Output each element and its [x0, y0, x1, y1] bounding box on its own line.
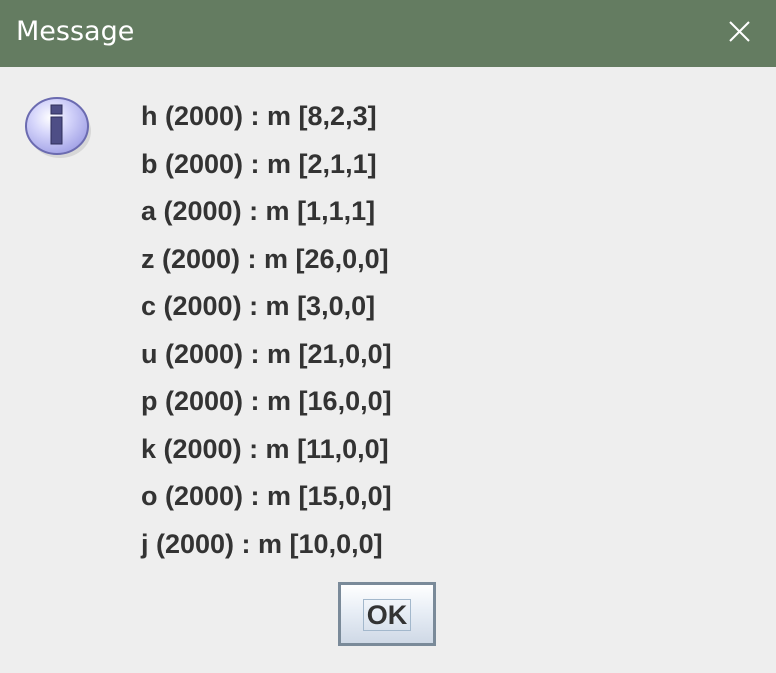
message-list: h (2000) : m [8,2,3] b (2000) : m [2,1,1]… — [141, 94, 392, 569]
message-line: z (2000) : m [26,0,0] — [141, 243, 389, 274]
ok-button-label: OK — [363, 599, 411, 631]
close-button[interactable] — [720, 12, 760, 52]
close-icon — [729, 21, 750, 42]
message-line: o (2000) : m [15,0,0] — [141, 481, 392, 511]
message-line: a (2000) : m [1,1,1] — [141, 196, 376, 226]
message-dialog: Message h (2000) : m [8,2,3] b (2000) : m… — [0, 0, 776, 673]
message-line: j (2000) : m [10,0,0] — [141, 528, 383, 559]
title-bar: Message — [0, 0, 776, 67]
ok-button[interactable]: OK — [338, 582, 436, 646]
info-icon — [24, 95, 94, 161]
message-line: p (2000) : m [16,0,0] — [141, 386, 392, 416]
message-line: h (2000) : m [8,2,3] — [141, 101, 377, 131]
dialog-title: Message — [16, 16, 135, 47]
message-line: c (2000) : m [3,0,0] — [141, 291, 376, 321]
message-line: k (2000) : m [11,0,0] — [141, 433, 389, 464]
message-line: u (2000) : m [21,0,0] — [141, 338, 392, 369]
message-line: b (2000) : m [2,1,1] — [141, 148, 377, 179]
